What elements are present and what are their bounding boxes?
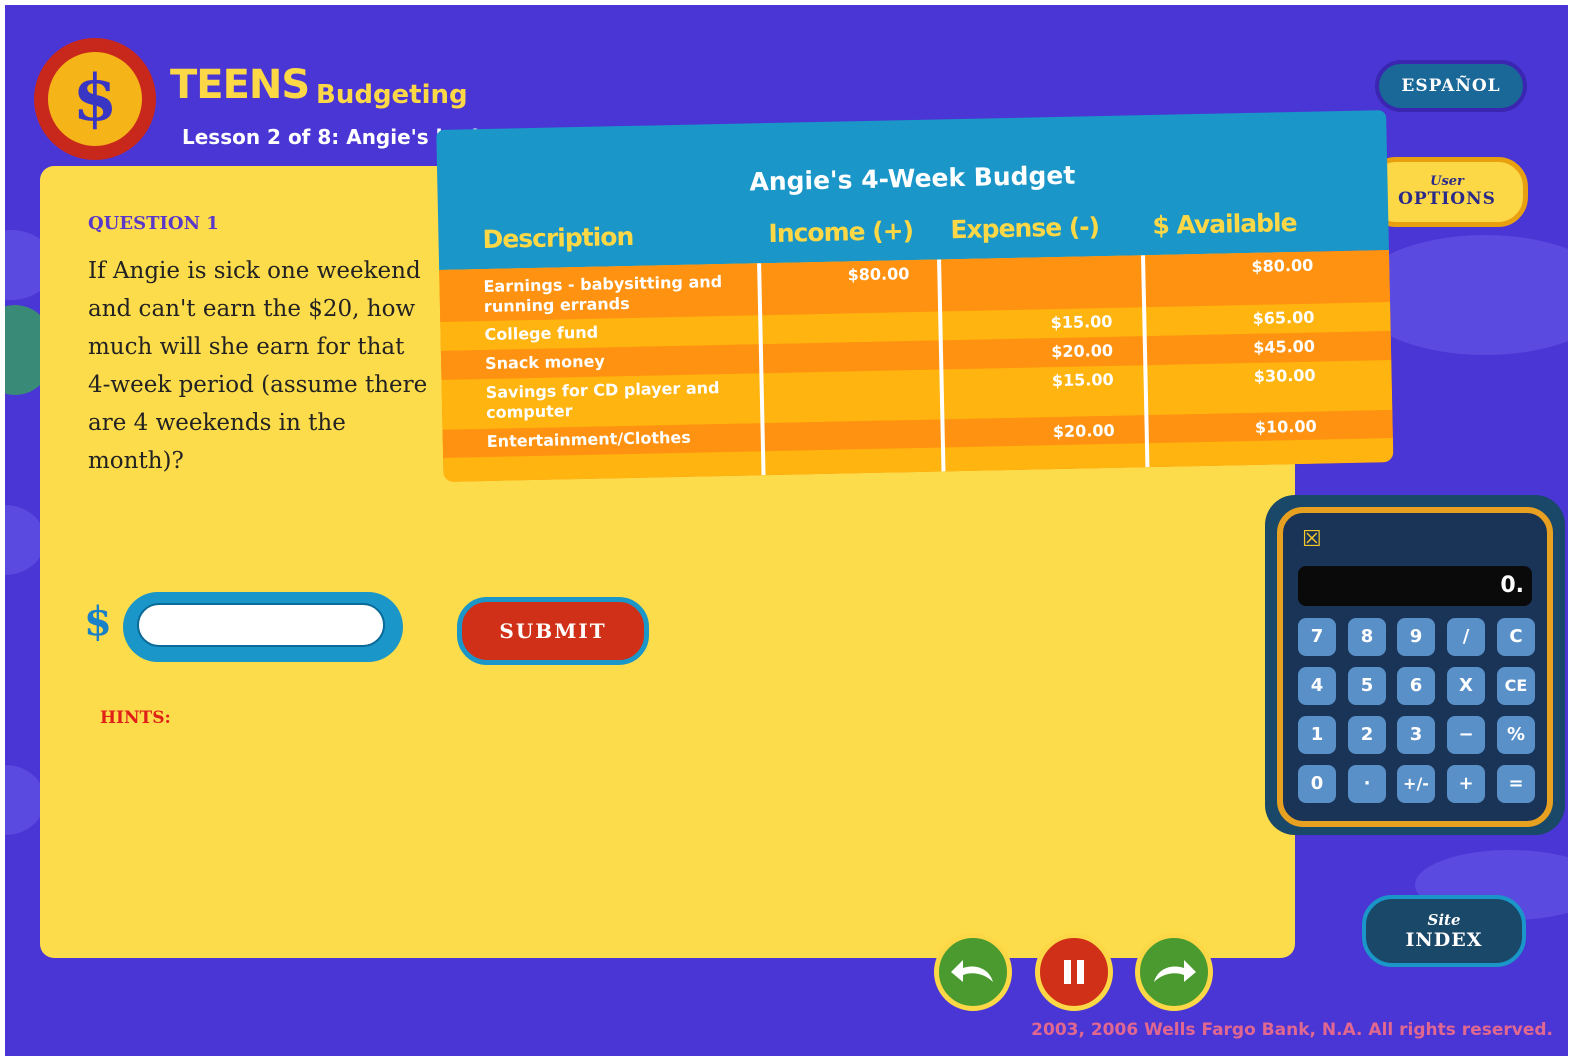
answer-field-frame — [123, 592, 403, 662]
app-title: TEENS — [170, 62, 310, 108]
calc-key-2[interactable]: 2 — [1348, 716, 1386, 754]
calc-key-equals[interactable]: = — [1497, 765, 1535, 803]
budget-title: Angie's 4-Week Budget — [749, 160, 1076, 197]
row-income — [771, 345, 911, 348]
row-expense: $20.00 — [1052, 420, 1115, 442]
pause-icon — [1064, 960, 1084, 984]
calc-key-divide[interactable]: / — [1447, 618, 1485, 656]
calc-key-3[interactable]: 3 — [1397, 716, 1435, 754]
forward-button[interactable] — [1135, 933, 1213, 1011]
calculator-display: 0. — [1298, 566, 1532, 606]
copyright-text: 2003, 2006 Wells Fargo Bank, N.A. All ri… — [1031, 1020, 1553, 1040]
column-header-available: $ Available — [1152, 207, 1297, 241]
calc-key-9[interactable]: 9 — [1397, 618, 1435, 656]
forward-arrow-icon — [1154, 960, 1196, 982]
calc-key-decimal[interactable]: · — [1348, 765, 1386, 803]
row-description: Earnings - babysitting and running erran… — [483, 272, 723, 317]
row-available: $30.00 — [1253, 365, 1316, 386]
site-index-line1: Site — [1427, 911, 1461, 929]
background-decoration — [5, 505, 45, 575]
close-box-icon[interactable]: ☒ — [1302, 529, 1322, 551]
user-options-button[interactable]: User OPTIONS — [1366, 157, 1528, 227]
hints-label: HINTS: — [100, 708, 171, 728]
row-income — [771, 374, 911, 377]
calc-key-plus-minus[interactable]: +/- — [1397, 765, 1435, 803]
currency-symbol: $ — [84, 598, 112, 645]
app-subtitle: Budgeting — [316, 80, 468, 110]
row-income: $80.00 — [847, 264, 910, 285]
column-header-expense: Expense (-) — [950, 212, 1100, 245]
logo: $ — [34, 38, 156, 160]
question-label: QUESTION 1 — [88, 213, 219, 234]
column-header-income: Income (+) — [768, 216, 914, 249]
row-description: College fund — [484, 322, 599, 345]
row-description: Snack money — [484, 351, 606, 374]
row-income — [773, 425, 913, 428]
dollar-hand-icon: $ — [72, 61, 118, 136]
user-options-line2: OPTIONS — [1398, 189, 1496, 209]
calc-key-percent[interactable]: % — [1497, 716, 1535, 754]
calc-key-0[interactable]: 0 — [1298, 765, 1336, 803]
background-decoration — [5, 765, 45, 835]
row-available: $45.00 — [1253, 336, 1316, 357]
calc-key-multiply[interactable]: X — [1447, 667, 1485, 705]
site-index-line2: INDEX — [1405, 929, 1483, 951]
site-index-button[interactable]: Site INDEX — [1362, 895, 1526, 967]
calc-key-clear-entry[interactable]: CE — [1497, 667, 1535, 705]
budget-table-header: Angie's 4-Week Budget Description Income… — [436, 110, 1389, 270]
espanol-button[interactable]: ESPAÑOL — [1375, 60, 1527, 112]
row-description: Savings for CD player and computer — [485, 378, 720, 423]
column-header-description: Description — [482, 221, 634, 255]
calc-key-clear[interactable]: C — [1497, 618, 1535, 656]
row-expense — [951, 260, 1111, 263]
row-expense: $15.00 — [1051, 369, 1114, 391]
row-income — [770, 316, 910, 319]
question-text: If Angie is sick one weekend and can't e… — [88, 258, 428, 474]
submit-button[interactable]: SUBMIT — [457, 597, 649, 665]
calc-key-plus[interactable]: + — [1447, 765, 1485, 803]
row-description: Entertainment/Clothes — [486, 427, 691, 451]
answer-input[interactable] — [137, 603, 385, 647]
budget-table: Angie's 4-Week Budget Description Income… — [436, 110, 1394, 500]
calc-key-4[interactable]: 4 — [1298, 667, 1336, 705]
calc-key-minus[interactable]: − — [1447, 716, 1485, 754]
row-available: $10.00 — [1254, 416, 1317, 437]
calc-key-7[interactable]: 7 — [1298, 618, 1336, 656]
user-options-line1: User — [1430, 174, 1464, 189]
row-available: $65.00 — [1252, 307, 1315, 328]
calc-key-6[interactable]: 6 — [1397, 667, 1435, 705]
calc-key-5[interactable]: 5 — [1348, 667, 1386, 705]
row-expense: $20.00 — [1051, 340, 1114, 362]
row-available: $80.00 — [1251, 255, 1314, 276]
back-button[interactable] — [934, 933, 1012, 1011]
pause-button[interactable] — [1035, 933, 1113, 1011]
back-arrow-icon — [951, 960, 993, 982]
row-expense: $15.00 — [1050, 311, 1113, 333]
calc-key-8[interactable]: 8 — [1348, 618, 1386, 656]
calc-key-1[interactable]: 1 — [1298, 716, 1336, 754]
budget-table-body: Earnings - babysitting and running erran… — [439, 250, 1394, 482]
